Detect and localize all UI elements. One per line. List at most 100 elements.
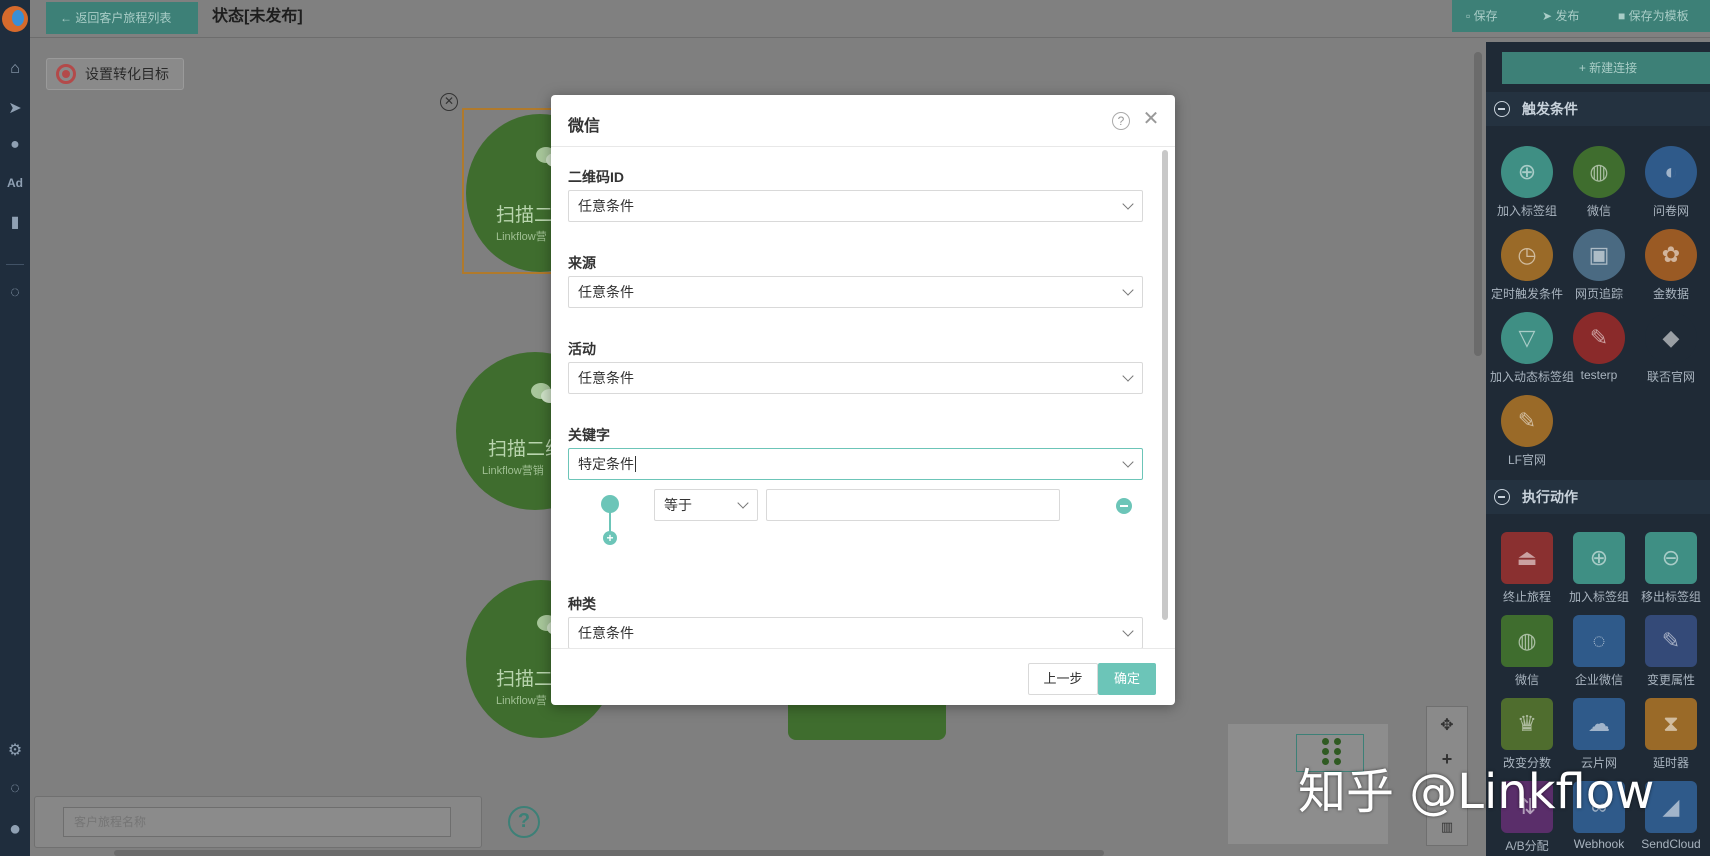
send-icon[interactable]: ➤ — [0, 98, 30, 118]
confirm-button[interactable]: 确定 — [1098, 663, 1156, 695]
tool-label: 加入标签组 — [1568, 590, 1629, 604]
field-label-qrcode-id: 二维码ID — [568, 169, 624, 185]
survey-icon: ◐ — [1645, 146, 1697, 198]
field-label-type: 种类 — [568, 596, 596, 612]
save-button[interactable]: ▫ 保存 — [1466, 0, 1498, 32]
user-icon[interactable]: ● — [0, 136, 30, 154]
help-icon[interactable]: ? — [1112, 112, 1130, 130]
bar-chart-icon[interactable]: ▮ — [0, 212, 30, 232]
edit-icon: ✎ — [1645, 615, 1697, 667]
tool-item[interactable]: ▣ 网页追踪 — [1562, 229, 1636, 302]
webpage-icon: ▣ — [1573, 229, 1625, 281]
tool-item[interactable]: ⏏ 终止旅程 — [1490, 532, 1564, 605]
wrench-icon: ✎ — [1501, 395, 1553, 447]
tool-label: 加入标签组 — [1496, 204, 1557, 218]
set-conversion-goal-button[interactable]: 设置转化目标 — [46, 58, 184, 90]
tool-item[interactable]: ✎ testerp — [1562, 312, 1636, 382]
gear-icon[interactable]: ⚙ — [0, 740, 30, 760]
back-to-journey-list-button[interactable]: ← 返回客户旅程列表 — [46, 2, 198, 34]
tool-label: 终止旅程 — [1502, 590, 1551, 604]
message-icon[interactable]: ◌ — [0, 780, 30, 798]
component-panel: + 新建连接 触发条件 ⊕ 加入标签组 ◍ 微信 ◐ 问卷网 ◷ 定时触发条件 ▣ 网页追踪 ✿ 金数… — [1486, 42, 1710, 856]
tool-label: A/B分配 — [1505, 839, 1549, 853]
qrcode-id-select[interactable]: 任意条件 — [568, 190, 1143, 222]
close-icon[interactable]: ✕ — [440, 93, 458, 111]
chevron-down-icon — [1122, 625, 1134, 637]
tool-item[interactable]: ⊕ 加入标签组 — [1490, 146, 1564, 219]
dialog-body: 二维码ID 任意条件 来源 任意条件 活动 任意条件 关键字 特定条件 + 等于… — [551, 148, 1175, 648]
dialog-scrollbar[interactable] — [1162, 150, 1168, 620]
tool-label: 金数据 — [1652, 287, 1689, 301]
tool-item[interactable]: ✎ 变更属性 — [1634, 615, 1708, 688]
cloud-icon: ☁ — [1573, 698, 1625, 750]
publish-button[interactable]: ➤ 发布 — [1542, 0, 1579, 32]
journey-name-input[interactable] — [63, 807, 451, 837]
chat-icon[interactable]: ◌ — [0, 284, 30, 302]
hourglass-icon: ⧗ — [1645, 698, 1697, 750]
tool-label: 定时触发条件 — [1490, 287, 1563, 301]
tool-item[interactable]: ◷ 定时触发条件 — [1490, 229, 1564, 302]
close-icon[interactable]: ✕ — [1140, 107, 1162, 131]
page-title: 状态[未发布] — [212, 8, 303, 25]
user-minus-icon: ⊖ — [1645, 532, 1697, 584]
tool-item[interactable]: ▽ 加入动态标签组 — [1490, 312, 1575, 385]
tool-item[interactable]: ✿ 金数据 — [1634, 229, 1708, 302]
chevron-down-icon — [737, 497, 749, 509]
tool-item[interactable]: ◍ 微信 — [1562, 146, 1636, 219]
tool-item[interactable]: ◆ 联否官网 — [1634, 312, 1708, 385]
journey-name-panel — [34, 796, 482, 848]
chevron-down-icon — [1122, 370, 1134, 382]
dialog-header: 微信 ? ✕ — [551, 95, 1175, 147]
collapse-icon — [1494, 489, 1510, 505]
remove-condition-icon[interactable] — [1116, 498, 1132, 514]
dialog-title: 微信 — [568, 118, 601, 135]
tool-label: 联否官网 — [1646, 370, 1695, 384]
type-select[interactable]: 任意条件 — [568, 617, 1143, 648]
tool-label: LF官网 — [1507, 453, 1546, 467]
new-connection-button[interactable]: + 新建连接 — [1502, 52, 1710, 84]
previous-step-button[interactable]: 上一步 — [1028, 663, 1098, 695]
wechat-dialog: 微信 ? ✕ 二维码ID 任意条件 来源 任意条件 活动 任意条件 关键字 特定… — [551, 95, 1175, 705]
tool-item[interactable]: ◍ 微信 — [1490, 615, 1564, 688]
tool-label: 变更属性 — [1646, 673, 1695, 687]
help-icon[interactable]: ? — [508, 806, 540, 838]
tool-item[interactable]: ◐ 问卷网 — [1634, 146, 1708, 219]
add-condition-icon[interactable]: + — [603, 531, 617, 545]
horizontal-scrollbar[interactable] — [114, 850, 1104, 856]
field-label-source: 来源 — [568, 255, 596, 271]
save-as-template-button[interactable]: ■ 保存为模板 — [1618, 0, 1689, 32]
wechat-icon: ◍ — [1573, 146, 1625, 198]
left-nav: ⌂ ➤ ● Ad ▮ ◌ ⚙ ◌ ● — [0, 0, 30, 856]
trophy-icon: ♛ — [1501, 698, 1553, 750]
ad-icon[interactable]: Ad — [0, 176, 30, 190]
clock-icon: ◷ — [1501, 229, 1553, 281]
tool-item[interactable]: ✎ LF官网 — [1490, 395, 1564, 468]
tool-item[interactable]: ⊖ 移出标签组 — [1634, 532, 1708, 605]
tool-item[interactable]: ⊕ 加入标签组 — [1562, 532, 1636, 605]
tool-label: testerp — [1580, 368, 1618, 382]
collapse-icon — [1494, 101, 1510, 117]
stop-icon: ⏏ — [1501, 532, 1553, 584]
tool-label: 加入动态标签组 — [1490, 370, 1575, 384]
vertical-scrollbar[interactable] — [1474, 52, 1482, 356]
fit-view-icon[interactable]: ✥ — [1427, 715, 1467, 735]
app-logo[interactable] — [2, 6, 28, 32]
action-node[interactable] — [788, 700, 946, 740]
keyword-value-input[interactable] — [766, 489, 1060, 521]
avatar[interactable]: ● — [0, 818, 30, 841]
user-plus-icon: ⊕ — [1573, 532, 1625, 584]
source-select[interactable]: 任意条件 — [568, 276, 1143, 308]
action-section-header[interactable]: 执行动作 — [1486, 480, 1710, 514]
tool-label: 移出标签组 — [1640, 590, 1701, 604]
top-actions: ▫ 保存 ➤ 发布 ■ 保存为模板 — [1452, 0, 1710, 32]
trigger-section-header[interactable]: 触发条件 — [1486, 92, 1710, 126]
user-filter-icon: ▽ — [1501, 312, 1553, 364]
activity-select[interactable]: 任意条件 — [568, 362, 1143, 394]
home-icon[interactable]: ⌂ — [0, 60, 30, 78]
keyword-select[interactable]: 特定条件 — [568, 448, 1143, 480]
minimap-dot — [1322, 738, 1329, 745]
operator-select[interactable]: 等于 — [654, 489, 758, 521]
tool-item[interactable]: ◌ 企业微信 — [1562, 615, 1636, 688]
dialog-footer: 上一步 确定 — [551, 648, 1175, 705]
target-icon — [56, 64, 76, 84]
